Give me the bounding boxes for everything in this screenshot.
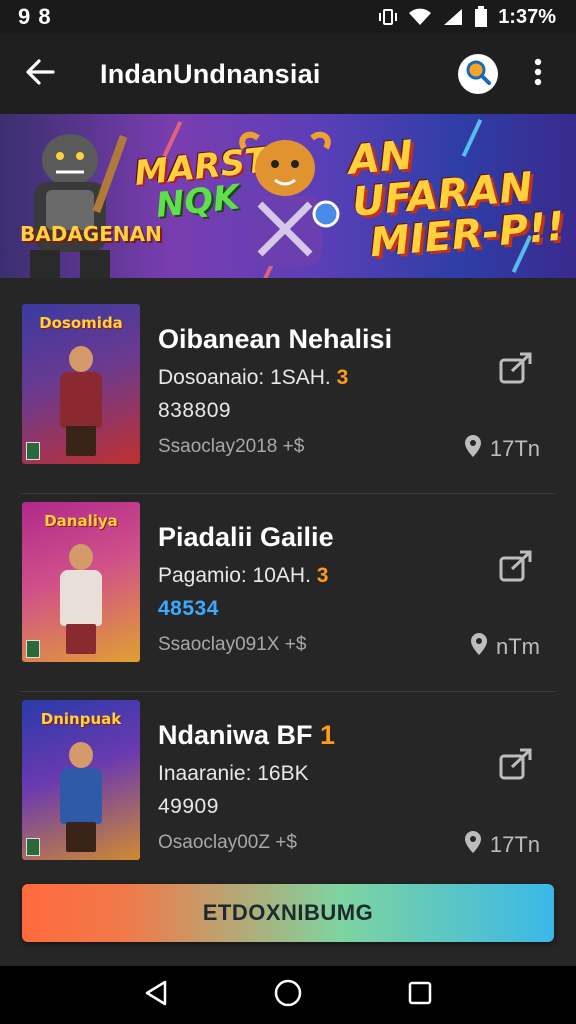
share-button[interactable] bbox=[496, 350, 536, 390]
thumbnail-character bbox=[52, 346, 110, 456]
list-item[interactable]: Dninpuak Ndaniwa BF 1 Inaaranie: 16BK 49… bbox=[20, 692, 556, 890]
wifi-icon bbox=[408, 7, 432, 27]
search-button[interactable] bbox=[458, 54, 498, 94]
rating-badge bbox=[26, 640, 40, 658]
game-rank: 48534 bbox=[158, 597, 219, 620]
game-size: Osaoclay00Z +$ bbox=[158, 832, 297, 853]
game-thumbnail: Danaliya bbox=[22, 502, 140, 662]
status-bar: 9 8 1:37% bbox=[0, 0, 576, 34]
battery-icon bbox=[474, 6, 488, 28]
download-button[interactable]: ETDOXNIBUMG bbox=[22, 884, 554, 942]
system-nav-bar bbox=[0, 966, 576, 1024]
game-list: Dosomida Oibanean Nehalisi Dosoanaio: 1S… bbox=[0, 296, 576, 890]
game-thumbnail: Dosomida bbox=[22, 304, 140, 464]
share-icon bbox=[498, 747, 534, 786]
player-count: 17Tn bbox=[464, 830, 540, 860]
back-button[interactable] bbox=[0, 34, 80, 114]
nav-home-button[interactable] bbox=[264, 971, 312, 1019]
game-meta: Pagamio: 10AH. 3 bbox=[158, 564, 329, 587]
banner-character-left bbox=[30, 134, 128, 278]
location-pin-icon bbox=[470, 632, 488, 662]
game-rank: 49909 bbox=[158, 795, 219, 818]
circle-home-icon bbox=[273, 978, 303, 1013]
share-button[interactable] bbox=[496, 548, 536, 588]
player-count: nTm bbox=[470, 632, 540, 662]
nav-recents-button[interactable] bbox=[396, 971, 444, 1019]
list-item[interactable]: Danaliya Piadalii Gailie Pagamio: 10AH. … bbox=[20, 494, 556, 692]
game-size: Ssaoclay2018 +$ bbox=[158, 436, 305, 457]
player-count: 17Tn bbox=[464, 434, 540, 464]
share-button[interactable] bbox=[496, 746, 536, 786]
banner-character-center bbox=[239, 131, 340, 266]
game-size: Ssaoclay091X +$ bbox=[158, 634, 307, 655]
more-options-button[interactable] bbox=[522, 44, 554, 104]
game-thumbnail: Dninpuak bbox=[22, 700, 140, 860]
list-item[interactable]: Dosomida Oibanean Nehalisi Dosoanaio: 1S… bbox=[20, 296, 556, 494]
banner-logo: BADAGENAN bbox=[20, 222, 162, 246]
arrow-left-icon bbox=[25, 58, 55, 90]
thumbnail-character bbox=[52, 742, 110, 852]
vibrate-icon bbox=[378, 7, 398, 27]
game-title: Piadalii Gailie bbox=[158, 522, 334, 552]
app-bar: IndanUndnansiai bbox=[0, 34, 576, 114]
game-meta: Dosoanaio: 1SAH. 3 bbox=[158, 366, 349, 389]
more-vert-icon bbox=[534, 58, 542, 91]
share-icon bbox=[498, 549, 534, 588]
page-title: IndanUndnansiai bbox=[100, 58, 321, 89]
game-title: Ndaniwa BF 1 bbox=[158, 720, 336, 750]
game-meta: Inaaranie: 16BK bbox=[158, 762, 309, 785]
triangle-back-icon bbox=[143, 979, 169, 1012]
location-pin-icon bbox=[464, 830, 482, 860]
status-notifications: 9 8 bbox=[18, 4, 52, 29]
rating-badge bbox=[26, 838, 40, 856]
rating-badge bbox=[26, 442, 40, 460]
signal-icon bbox=[442, 7, 464, 27]
banner-headline-right: AN UFARAN MIER-P!! bbox=[346, 132, 567, 267]
search-icon bbox=[465, 59, 491, 90]
share-icon bbox=[498, 351, 534, 390]
square-recents-icon bbox=[407, 980, 433, 1011]
location-pin-icon bbox=[464, 434, 482, 464]
game-title: Oibanean Nehalisi bbox=[158, 324, 393, 354]
thumbnail-character bbox=[52, 544, 110, 654]
game-rank: 838809 bbox=[158, 399, 232, 422]
promo-banner[interactable]: BADAGENAN MARST NQK AN UFARAN MIER-P!! bbox=[0, 114, 576, 278]
status-time: 1:37% bbox=[498, 5, 556, 28]
nav-back-button[interactable] bbox=[132, 971, 180, 1019]
